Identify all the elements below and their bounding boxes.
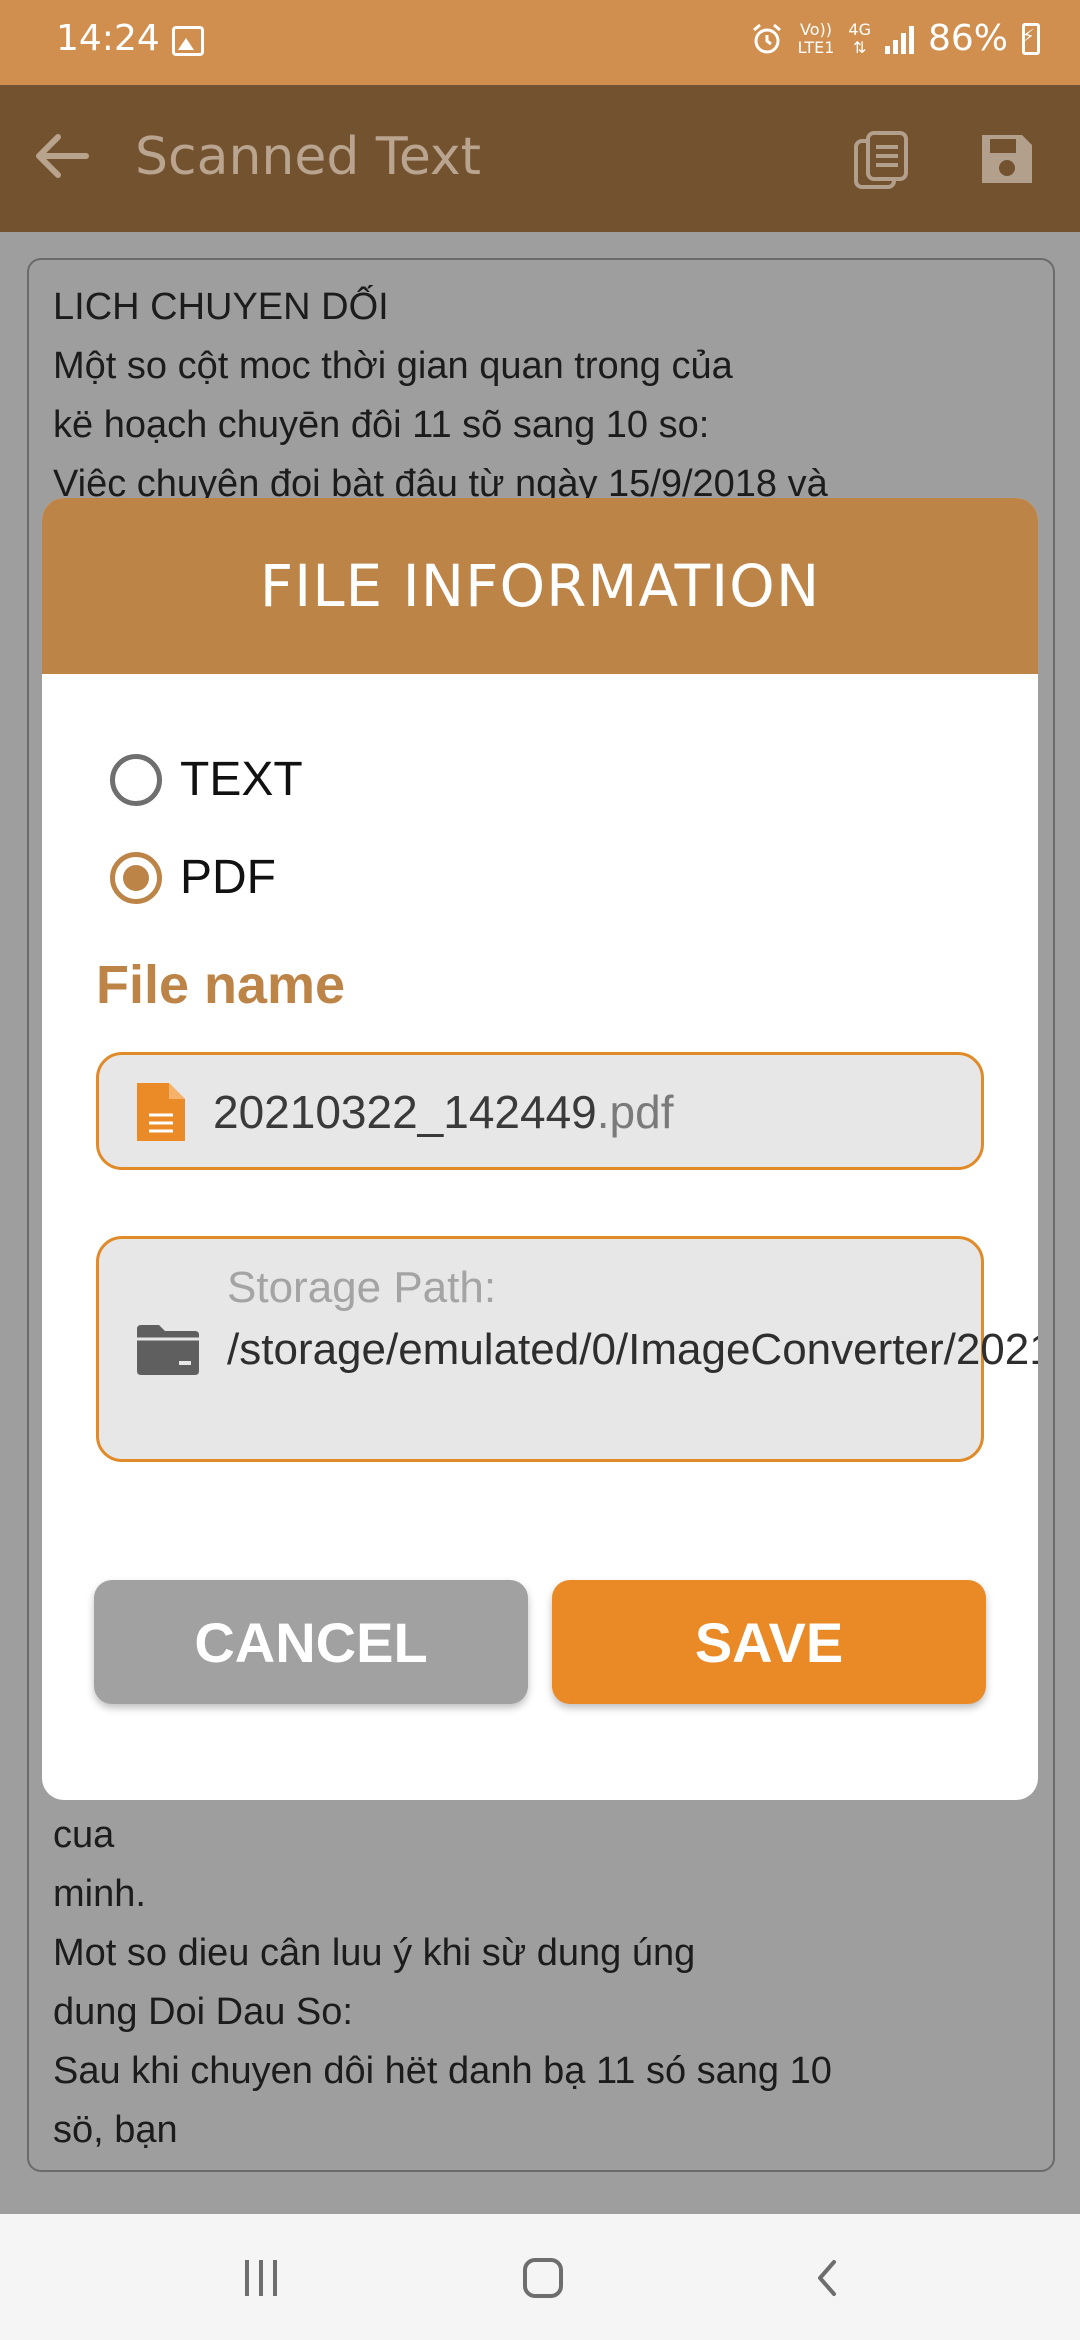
radio-pdf-icon[interactable] <box>110 851 162 904</box>
status-bar: 14:24 Vo)) LTE1 4G ⇅ 86% <box>0 0 1080 85</box>
storage-path-label: Storage Path: <box>227 1263 497 1312</box>
storage-path-value: /storage/emulated/0/ImageConverter/20210… <box>227 1325 1038 1374</box>
storage-path-text: Storage Path: /storage/emulated/0/ImageC… <box>227 1257 1038 1381</box>
file-extension: .pdf <box>596 1086 674 1138</box>
scanned-text-bottom: cua minh. Mot so dieu cân luu ý khi sừ d… <box>53 1814 832 2151</box>
option-text-label: TEXT <box>180 753 303 806</box>
file-name-label: File name <box>96 955 346 1015</box>
status-indicators: Vo)) LTE1 4G ⇅ 86% <box>750 18 1040 59</box>
dialog-title: FILE INFORMATION <box>259 552 821 620</box>
document-icon <box>137 1083 185 1141</box>
page-title: Scanned Text <box>135 127 482 187</box>
option-pdf[interactable]: PDF <box>110 850 276 905</box>
dialog-header: FILE INFORMATION <box>42 498 1038 674</box>
option-pdf-label: PDF <box>180 851 276 904</box>
network-4g: 4G ⇅ <box>848 19 871 57</box>
nav-back-icon[interactable] <box>808 2258 848 2298</box>
navigation-bar <box>0 2214 1080 2340</box>
recent-apps-icon[interactable] <box>245 2260 277 2296</box>
battery-percent: 86% <box>927 18 1008 59</box>
signal-icon <box>884 24 914 54</box>
save-icon[interactable] <box>976 129 1036 189</box>
folder-icon <box>137 1325 199 1375</box>
gallery-icon <box>172 26 204 56</box>
network-top-label: Vo)) <box>800 19 832 39</box>
alarm-icon <box>752 23 781 53</box>
storage-path-field: Storage Path: /storage/emulated/0/ImageC… <box>96 1236 1038 1462</box>
home-icon[interactable] <box>523 2258 563 2298</box>
cancel-button[interactable]: CANCEL <box>94 1580 528 1704</box>
battery-charging-icon <box>1022 22 1040 55</box>
data-arrows-icon: ⇅ <box>852 37 867 57</box>
file-name-field[interactable]: 20210322_142449.pdf <box>96 1052 984 1170</box>
file-name-value: 20210322_142449 <box>213 1086 597 1138</box>
back-arrow-icon[interactable] <box>30 125 92 187</box>
radio-text-icon[interactable] <box>110 753 162 806</box>
file-information-dialog: FILE INFORMATION TEXT PDF File name 2021… <box>42 498 1038 1800</box>
app-bar: Scanned Text <box>0 85 1080 232</box>
save-button[interactable]: SAVE <box>552 1580 986 1704</box>
scanned-text-top: LICH CHUYEN DỐI Một so cột moc thời gian… <box>53 286 828 505</box>
network-type-label: 4G <box>848 19 871 39</box>
status-time: 14:24 <box>56 18 160 59</box>
option-text[interactable]: TEXT <box>110 752 303 807</box>
copy-icon[interactable] <box>852 129 910 191</box>
network-bottom-label: LTE1 <box>797 37 835 57</box>
network-volte: Vo)) LTE1 <box>797 19 835 57</box>
file-name-input[interactable]: 20210322_142449.pdf <box>213 1085 673 1139</box>
